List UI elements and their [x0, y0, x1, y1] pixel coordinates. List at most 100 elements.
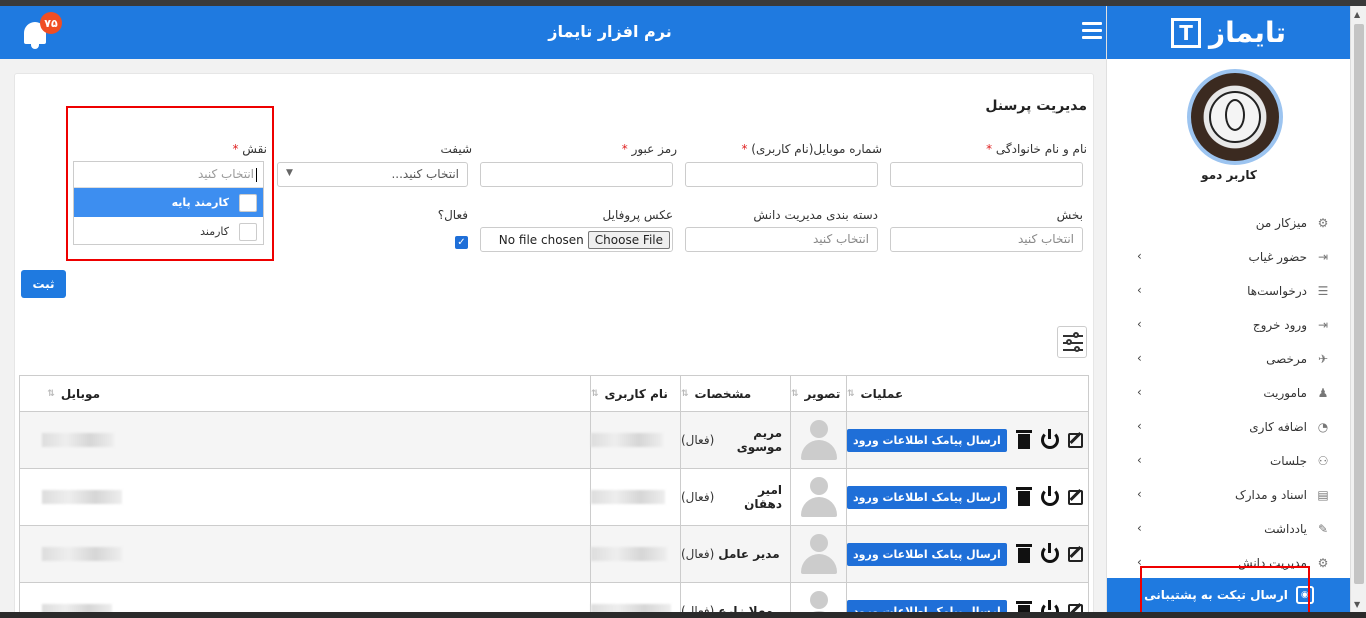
power-icon[interactable]: [1040, 600, 1059, 612]
mobile-input[interactable]: [685, 162, 878, 187]
fullname-label: نام و نام خانوادگی *: [897, 142, 1087, 156]
brand-logo[interactable]: تایماز T: [1107, 6, 1350, 59]
column-header-mobile[interactable]: موبایل ⇅: [42, 376, 590, 411]
department-select[interactable]: انتخاب کنید: [890, 227, 1083, 252]
send-sms-login-button[interactable]: ارسال پیامک اطلاعات ورود: [847, 542, 1007, 566]
trash-icon[interactable]: [1015, 601, 1032, 612]
highlight-ticket-button: [1140, 566, 1310, 618]
mission-icon: ♟: [1317, 386, 1329, 400]
trash-icon[interactable]: [1015, 430, 1032, 450]
send-sms-login-button[interactable]: ارسال پیامک اطلاعات ورود: [847, 485, 1007, 509]
power-icon[interactable]: [1040, 543, 1059, 563]
active-label: فعال؟: [437, 208, 468, 222]
knowledge-category-select[interactable]: انتخاب کنید: [685, 227, 878, 252]
sidebar-item-attendance[interactable]: ‹ حضور غیاب ⇥: [1107, 240, 1350, 274]
note-icon: ✎: [1317, 522, 1329, 536]
edit-icon[interactable]: [1067, 603, 1083, 612]
filter-settings-icon[interactable]: [1057, 326, 1087, 358]
overtime-icon: ◔: [1317, 420, 1329, 434]
profile-image-label: عکس پروفایل: [602, 208, 673, 222]
header-label: عملیات: [860, 386, 904, 401]
brand-t-icon: T: [1171, 17, 1202, 48]
blurred-username: [591, 433, 663, 447]
sort-icon: ⇅: [47, 388, 55, 399]
power-icon[interactable]: [1040, 429, 1059, 449]
row-specs: امیر دهقان (فعال): [680, 469, 790, 525]
password-input[interactable]: [480, 162, 673, 187]
chevron-left-icon: ‹: [1137, 249, 1142, 263]
table-row: ارسال پیامک اطلاعات ورود مدیر عامل (فعال): [20, 526, 1088, 583]
trash-icon[interactable]: [1015, 544, 1032, 564]
chevron-left-icon: ‹: [1137, 521, 1142, 535]
row-specs: مهلا زارع (فعال): [680, 583, 790, 612]
table-row: ارسال پیامک اطلاعات ورود امیر دهقان (فعال…: [20, 469, 1088, 526]
sidebar-item-label: حضور غیاب: [1248, 250, 1307, 264]
sidebar-item-label: ماموریت: [1263, 386, 1307, 400]
blurred-mobile: [42, 490, 122, 504]
scrollbar-thumb[interactable]: [1354, 24, 1364, 584]
trash-icon[interactable]: [1015, 487, 1032, 507]
sidebar-item-label: درخواست‌ها: [1247, 284, 1307, 298]
send-sms-login-button[interactable]: ارسال پیامک اطلاعات ورود: [847, 428, 1007, 452]
row-username: [590, 526, 680, 582]
edit-icon[interactable]: [1067, 489, 1083, 505]
sidebar-item-requests[interactable]: ‹ درخواست‌ها ☰: [1107, 274, 1350, 308]
fullname-label-text: نام و نام خانوادگی: [995, 142, 1087, 156]
submit-button[interactable]: ثبت: [21, 270, 66, 298]
vertical-scrollbar[interactable]: ▲ ▼: [1350, 6, 1366, 612]
table-row: ارسال پیامک اطلاعات ورود مهلا زارع (فعال): [20, 583, 1088, 612]
profile-image-file-input[interactable]: No file chosen Choose File: [480, 227, 673, 252]
shift-select[interactable]: انتخاب کنید... ▼: [277, 162, 468, 187]
scroll-up-icon[interactable]: ▲: [1354, 10, 1360, 19]
header-label: موبایل: [60, 386, 100, 401]
power-icon[interactable]: [1040, 486, 1059, 506]
header-title: نرم افزار تایماز: [548, 22, 672, 41]
sidebar-item-meetings[interactable]: ‹ جلسات ⚇: [1107, 444, 1350, 478]
row-operations: ارسال پیامک اطلاعات ورود: [846, 412, 1088, 468]
browser-bottom-strip: [0, 612, 1366, 618]
column-header-specs[interactable]: مشخصات ⇅: [680, 376, 790, 411]
sidebar-item-overtime[interactable]: ‹ اضافه کاری ◔: [1107, 410, 1350, 444]
documents-icon: ▤: [1317, 488, 1329, 502]
required-mark: *: [986, 142, 993, 156]
person-status: (فعال): [681, 490, 715, 504]
sidebar-item-leave[interactable]: ‹ مرخصی ✈: [1107, 342, 1350, 376]
sidebar-item-documents[interactable]: ‹ اسناد و مدارک ▤: [1107, 478, 1350, 512]
blurred-username: [591, 547, 667, 561]
mobile-label: شماره موبایل(نام کاربری) *: [692, 142, 882, 156]
row-username: [590, 469, 680, 525]
sidebar-item-entry-exit[interactable]: ‹ ورود خروج ⇥: [1107, 308, 1350, 342]
column-header-operations[interactable]: عملیات ⇅: [846, 376, 1088, 411]
edit-icon[interactable]: [1067, 432, 1083, 448]
person-status: (فعال): [681, 433, 715, 447]
active-checkbox[interactable]: ✓: [455, 236, 468, 249]
page-title: مدیریت پرسنل: [985, 98, 1087, 114]
fullname-input[interactable]: [890, 162, 1083, 187]
column-header-username[interactable]: نام کاربری ⇅: [590, 376, 680, 411]
sidebar-item-note[interactable]: ‹ یادداشت ✎: [1107, 512, 1350, 546]
sort-icon: ⇅: [591, 388, 599, 399]
sidebar-item-mission[interactable]: ‹ ماموریت ♟: [1107, 376, 1350, 410]
leave-icon: ✈: [1317, 352, 1329, 366]
sidebar-item-label: اسناد و مدارک: [1234, 488, 1307, 502]
shift-label: شیفت: [440, 142, 472, 156]
blurred-mobile: [42, 547, 122, 561]
person-status: (فعال): [681, 547, 715, 561]
scroll-down-icon[interactable]: ▼: [1354, 600, 1360, 609]
meetings-icon: ⚇: [1317, 454, 1329, 468]
highlight-role-dropdown: [66, 106, 274, 261]
person-status: (فعال): [681, 604, 715, 612]
sort-icon: ⇅: [847, 388, 855, 399]
edit-icon[interactable]: [1067, 546, 1083, 562]
hamburger-menu-icon[interactable]: [1082, 22, 1102, 40]
password-label-text: رمز عبور: [631, 142, 677, 156]
header-label: مشخصات: [694, 386, 752, 401]
send-sms-login-button[interactable]: ارسال پیامک اطلاعات ورود: [847, 599, 1007, 612]
header-label: نام کاربری: [604, 386, 668, 401]
sidebar-item-dashboard[interactable]: میزکار من ⚙: [1107, 206, 1350, 240]
column-header-image[interactable]: تصویر ⇅: [790, 376, 846, 411]
row-operations: ارسال پیامک اطلاعات ورود: [846, 526, 1088, 582]
choose-file-button[interactable]: Choose File: [587, 230, 670, 249]
row-specs: مدیر عامل (فعال): [680, 526, 790, 582]
chevron-left-icon: ‹: [1137, 351, 1142, 365]
